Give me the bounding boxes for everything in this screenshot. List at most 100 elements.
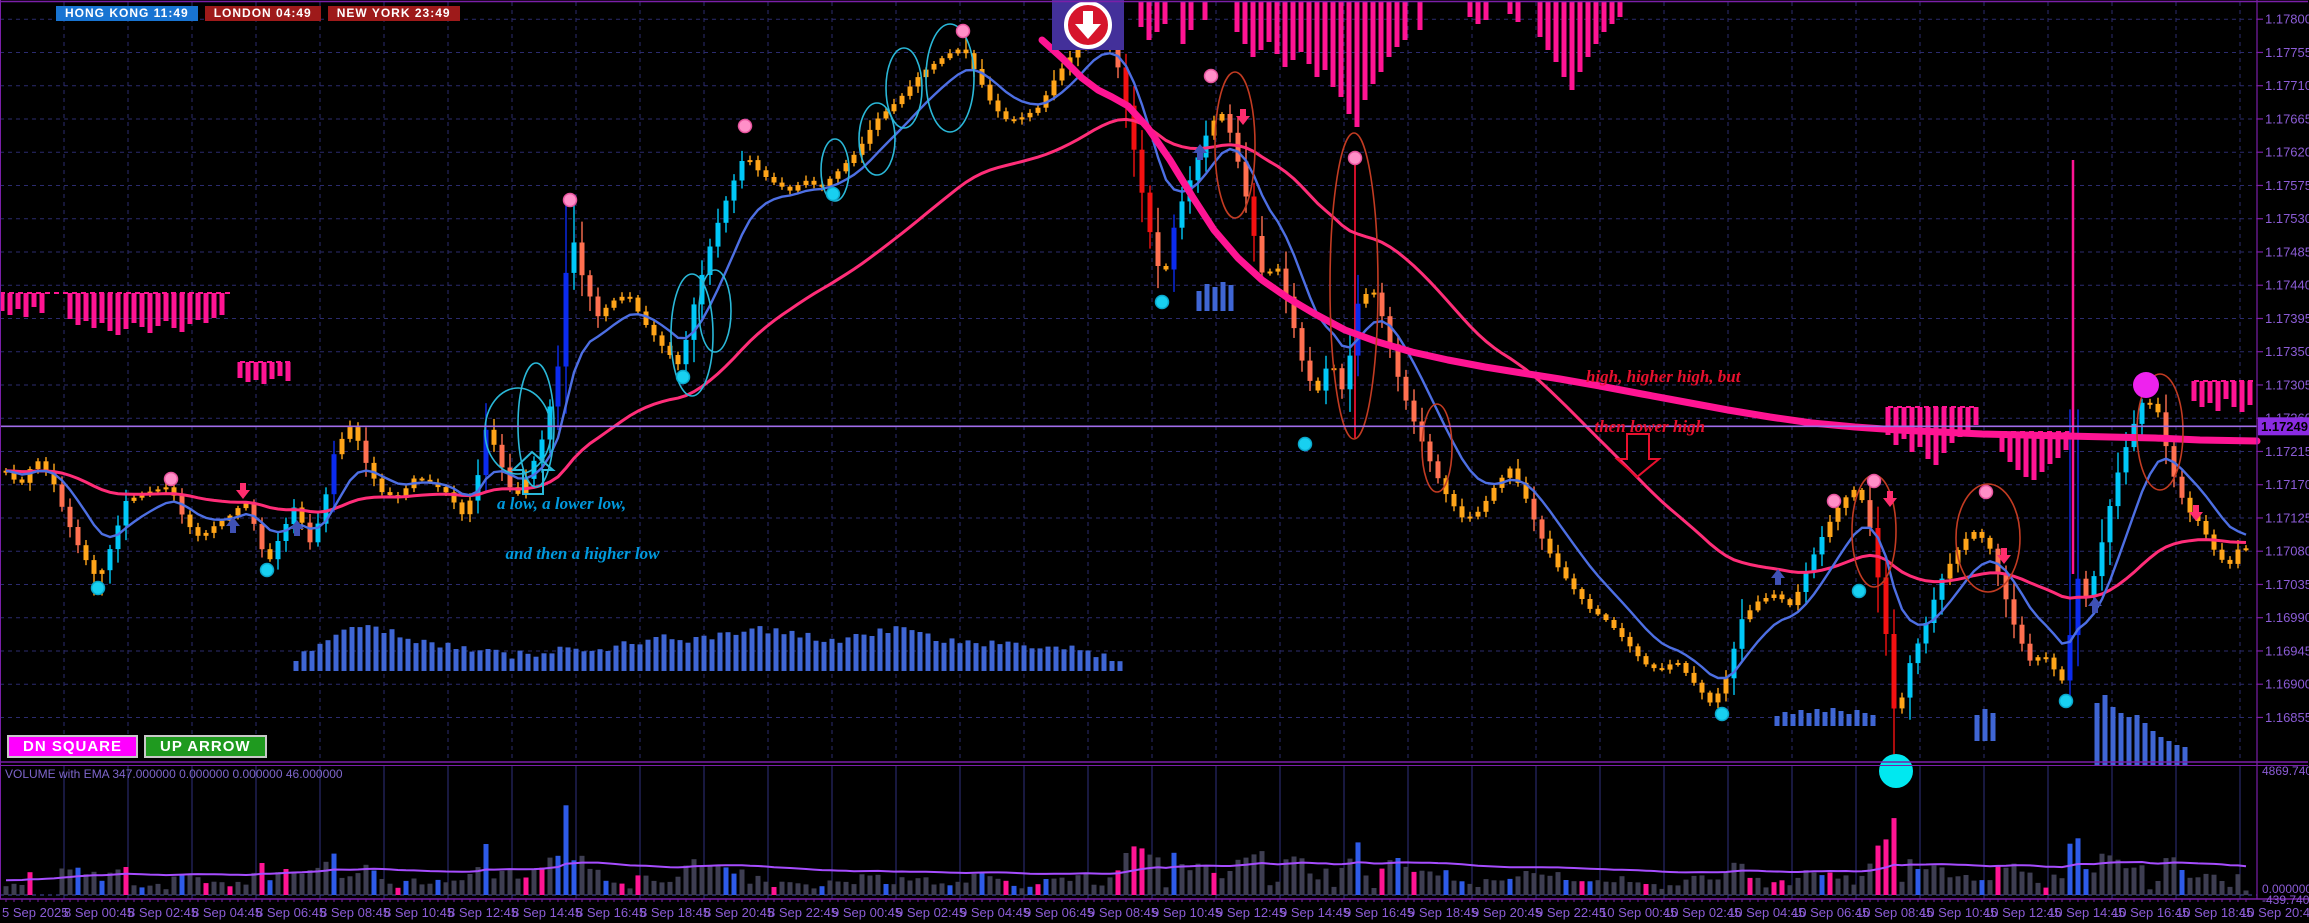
svg-text:1.17170: 1.17170 [2265, 477, 2309, 492]
cyan-low-dot [1297, 436, 1313, 452]
pink-high-dot [163, 471, 179, 487]
pink-high-dot [1866, 473, 1882, 489]
svg-text:8 Sep 12:45: 8 Sep 12:45 [448, 905, 518, 920]
pink-high-dot [955, 23, 971, 39]
sell-signal-icon [1052, 0, 1124, 50]
svg-text:1.17305: 1.17305 [2265, 377, 2309, 392]
high-annotation: high, higher high, but then lower high [1586, 364, 1741, 439]
session-london: LONDON 04:49 [204, 6, 321, 21]
svg-text:8 Sep 08:45: 8 Sep 08:45 [320, 905, 390, 920]
svg-text:4869.74000: 4869.74000 [2262, 764, 2309, 778]
volume-pane [3, 805, 2249, 895]
down-arrow-marker [236, 483, 250, 499]
svg-text:9 Sep 20:45: 9 Sep 20:45 [1472, 905, 1542, 920]
svg-text:10 Sep 20:45: 10 Sep 20:45 [2240, 905, 2309, 920]
cyan-low-dot [1154, 294, 1170, 310]
svg-text:8 Sep 16:45: 8 Sep 16:45 [576, 905, 646, 920]
svg-text:9 Sep 22:45: 9 Sep 22:45 [1536, 905, 1606, 920]
session-newyork: NEW YORK 23:49 [327, 6, 460, 21]
svg-text:1.17249: 1.17249 [2261, 419, 2308, 434]
svg-text:1.16945: 1.16945 [2265, 643, 2309, 658]
cyan-low-dot [2058, 693, 2074, 709]
svg-text:1.17125: 1.17125 [2265, 510, 2309, 525]
svg-text:9 Sep 06:45: 9 Sep 06:45 [1024, 905, 1094, 920]
up-arrow-badge: UP ARROW [144, 735, 267, 758]
time-axis: 5 Sep 20258 Sep 00:458 Sep 02:458 Sep 04… [2, 905, 2309, 920]
price-chart[interactable]: 1.17800 1.17755 1.17710 1.17665 1.17620 1.175… [0, 0, 2309, 923]
svg-text:1.17080: 1.17080 [2265, 544, 2309, 559]
signal-legend: DN SQUARE UP ARROW [7, 735, 267, 758]
svg-text:1.16855: 1.16855 [2265, 710, 2309, 725]
svg-text:1.17800: 1.17800 [2265, 12, 2309, 27]
pink-high-dot [1978, 484, 1994, 500]
cyan-ellipse [698, 269, 732, 353]
big-magenta-ball [2133, 372, 2159, 398]
svg-text:9 Sep 02:45: 9 Sep 02:45 [896, 905, 966, 920]
svg-text:1.17350: 1.17350 [2265, 344, 2309, 359]
down-arrow-marker [1883, 491, 1897, 507]
svg-text:9 Sep 04:45: 9 Sep 04:45 [960, 905, 1030, 920]
high-annotation-line2: then lower high [1594, 417, 1706, 436]
up-arrow-marker [2088, 597, 2102, 613]
svg-text:5 Sep 2025: 5 Sep 2025 [2, 905, 69, 920]
svg-text:1.16900: 1.16900 [2265, 677, 2309, 692]
cyan-ellipse [885, 47, 923, 129]
cyan-low-dot [825, 186, 841, 202]
red-outline-down-arrow [1614, 433, 1662, 479]
svg-text:1.17530: 1.17530 [2265, 211, 2309, 226]
svg-text:1.17755: 1.17755 [2265, 45, 2309, 60]
svg-text:1.17395: 1.17395 [2265, 311, 2309, 326]
pink-high-dot [1826, 493, 1842, 509]
svg-text:1.17620: 1.17620 [2265, 145, 2309, 160]
pink-high-dot [1203, 68, 1219, 84]
dn-square-badge: DN SQUARE [7, 735, 139, 758]
svg-text:1.17710: 1.17710 [2265, 78, 2309, 93]
svg-text:1.17440: 1.17440 [2265, 278, 2309, 293]
grid [0, 2, 2257, 899]
red-ellipse [1421, 403, 1453, 493]
pink-high-dot [1347, 150, 1363, 166]
svg-text:8 Sep 10:45: 8 Sep 10:45 [384, 905, 454, 920]
svg-text:9 Sep 12:45: 9 Sep 12:45 [1216, 905, 1286, 920]
trading-chart-window: 1.17800 1.17755 1.17710 1.17665 1.17620 1.175… [0, 0, 2309, 923]
svg-text:1.16990: 1.16990 [2265, 610, 2309, 625]
low-annotation: a low, a lower low, and then a higher lo… [497, 491, 660, 566]
red-ellipse [1329, 132, 1379, 440]
pink-high-dot [737, 118, 753, 134]
low-annotation-line2: and then a higher low [505, 544, 660, 563]
svg-text:9 Sep 10:45: 9 Sep 10:45 [1152, 905, 1222, 920]
session-hongkong: HONG KONG 11:49 [56, 6, 198, 21]
svg-text:9 Sep 16:45: 9 Sep 16:45 [1344, 905, 1414, 920]
low-annotation-line1: a low, a lower low, [497, 494, 627, 513]
svg-text:8 Sep 00:45: 8 Sep 00:45 [64, 905, 134, 920]
svg-text:1.17215: 1.17215 [2265, 444, 2309, 459]
cyan-low-dot [1714, 706, 1730, 722]
cyan-low-dot [675, 369, 691, 385]
svg-text:8 Sep 18:45: 8 Sep 18:45 [640, 905, 710, 920]
session-clocks: HONG KONG 11:49 LONDON 04:49 NEW YORK 23… [56, 6, 460, 21]
svg-text:9 Sep 18:45: 9 Sep 18:45 [1408, 905, 1478, 920]
svg-text:8 Sep 14:45: 8 Sep 14:45 [512, 905, 582, 920]
cyan-low-dot [90, 580, 106, 596]
cyan-low-dot [259, 562, 275, 578]
svg-text:8 Sep 04:45: 8 Sep 04:45 [192, 905, 262, 920]
svg-text:8 Sep 22:45: 8 Sep 22:45 [768, 905, 838, 920]
svg-text:8 Sep 02:45: 8 Sep 02:45 [128, 905, 198, 920]
svg-text:9 Sep 14:45: 9 Sep 14:45 [1280, 905, 1350, 920]
big-cyan-ball [1879, 754, 1913, 788]
high-annotation-line1: high, higher high, but [1586, 367, 1741, 386]
svg-text:1.17485: 1.17485 [2265, 244, 2309, 259]
candlesticks [3, 17, 2249, 760]
svg-text:8 Sep 06:45: 8 Sep 06:45 [256, 905, 326, 920]
svg-text:1.17035: 1.17035 [2265, 577, 2309, 592]
cyan-low-dot [1851, 583, 1867, 599]
cyan-ellipse [925, 23, 975, 133]
svg-text:8 Sep 20:45: 8 Sep 20:45 [704, 905, 774, 920]
svg-text:9 Sep 08:45: 9 Sep 08:45 [1088, 905, 1158, 920]
volume-indicator-label: VOLUME with EMA 347.000000 0.000000 0.00… [5, 767, 343, 781]
svg-text:1.17665: 1.17665 [2265, 111, 2309, 126]
price-axis: 1.17800 1.17755 1.17710 1.17665 1.17620 1.175… [2257, 12, 2309, 907]
pink-high-dot [562, 192, 578, 208]
svg-text:9 Sep 00:45: 9 Sep 00:45 [832, 905, 902, 920]
svg-text:1.17575: 1.17575 [2265, 178, 2309, 193]
